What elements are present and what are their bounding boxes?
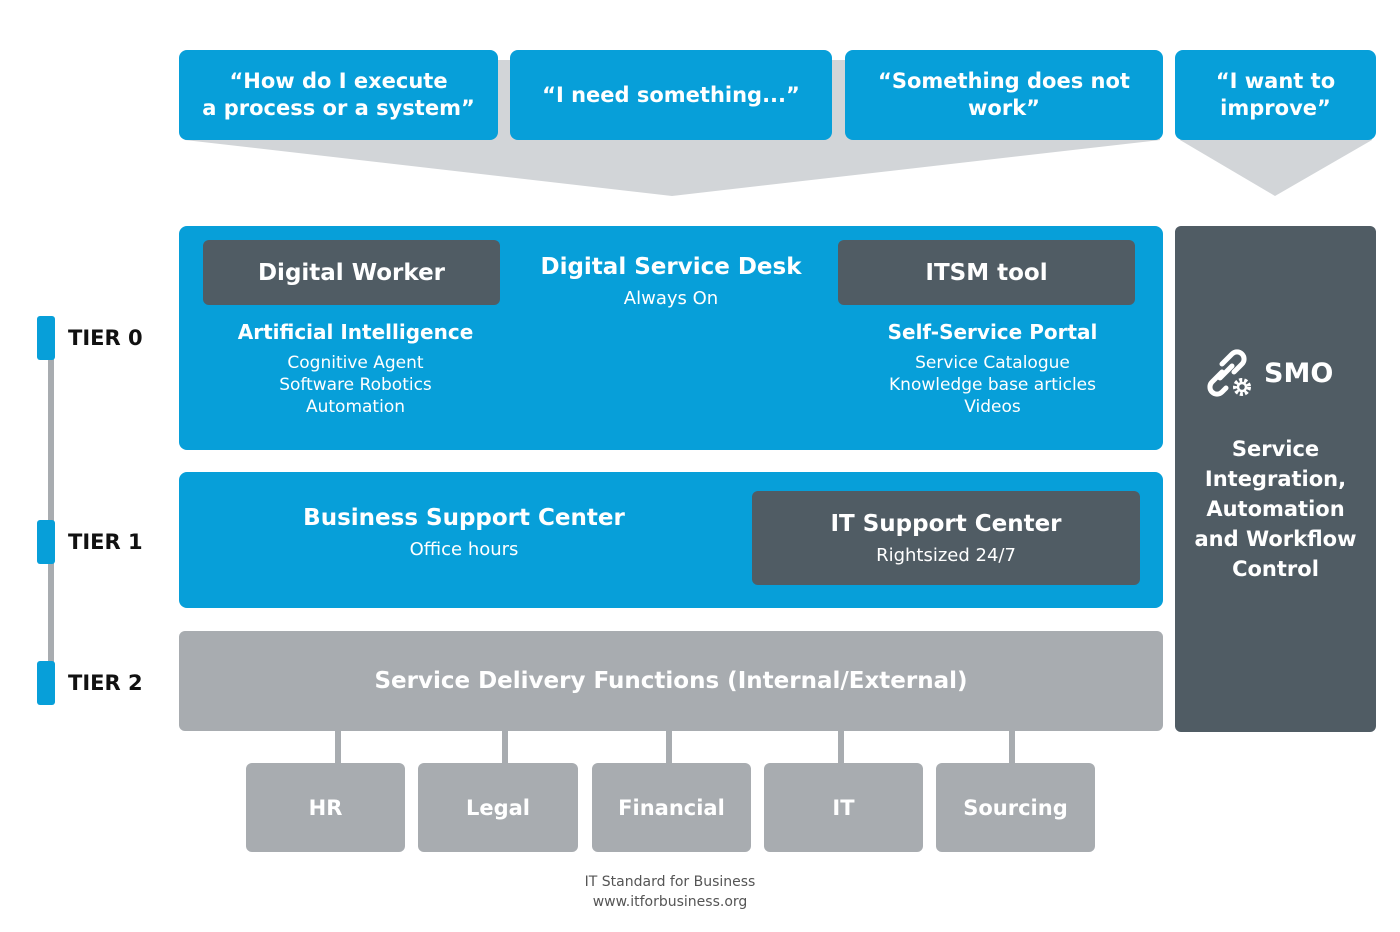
ai-item: Software Robotics	[279, 375, 432, 395]
smo-header: SMO	[1200, 345, 1370, 401]
connector	[666, 731, 672, 765]
digital-service-desk: Digital Service Desk Always On	[520, 254, 822, 309]
tier2-marker	[37, 661, 55, 705]
smo-title: SMO	[1264, 357, 1334, 389]
ai-title: Artificial Intelligence	[237, 320, 474, 344]
tier0-label: TIER 0	[68, 326, 143, 350]
connector	[335, 731, 341, 765]
footer-url[interactable]: www.itforbusiness.org	[593, 892, 748, 912]
function-hr: HR	[246, 763, 405, 852]
question-improve: “I want to improve”	[1175, 50, 1376, 140]
tier1-label: TIER 1	[68, 530, 143, 554]
question-not-work: “Something does not work”	[845, 50, 1163, 140]
footer: IT Standard for Business www.itforbusine…	[520, 872, 820, 912]
ai-item: Cognitive Agent	[287, 353, 424, 373]
portal-title: Self-Service Portal	[887, 320, 1098, 344]
ai-section: Artificial Intelligence Cognitive Agent …	[203, 320, 508, 418]
connector	[1009, 731, 1015, 765]
it-support-center: IT Support Center Rightsized 24/7	[752, 491, 1140, 585]
business-support-center: Business Support Center Office hours	[200, 505, 728, 560]
portal-item: Service Catalogue	[915, 353, 1070, 373]
digital-worker-box: Digital Worker	[203, 240, 500, 305]
smo-description: Service Integration, Automation and Work…	[1194, 437, 1357, 581]
service-delivery-functions: Service Delivery Functions (Internal/Ext…	[179, 631, 1163, 731]
itsc-sub: Rightsized 24/7	[876, 544, 1016, 566]
bsc-sub: Office hours	[409, 539, 519, 560]
tier0-marker	[37, 316, 55, 360]
connector	[838, 731, 844, 765]
connector	[502, 731, 508, 765]
footer-org: IT Standard for Business	[584, 874, 756, 890]
question-execute: “How do I execute a process or a system”	[179, 50, 498, 140]
itsc-title: IT Support Center	[830, 510, 1062, 537]
portal-item: Videos	[964, 397, 1021, 417]
question-need: “I need something...”	[510, 50, 832, 140]
portal-section: Self-Service Portal Service Catalogue Kn…	[840, 320, 1145, 418]
itsm-tool-box: ITSM tool	[838, 240, 1135, 305]
function-it: IT	[764, 763, 923, 852]
link-gear-icon	[1207, 349, 1251, 397]
ai-item: Automation	[305, 397, 405, 417]
tier1-marker	[37, 520, 55, 564]
desk-title: Digital Service Desk	[540, 254, 802, 280]
tier2-label: TIER 2	[68, 671, 143, 695]
tier-scale-line	[48, 355, 54, 665]
function-legal: Legal	[418, 763, 578, 852]
portal-item: Knowledge base articles	[889, 375, 1096, 395]
bsc-title: Business Support Center	[303, 505, 625, 531]
function-sourcing: Sourcing	[936, 763, 1095, 852]
desk-sub: Always On	[623, 288, 719, 309]
function-financial: Financial	[592, 763, 751, 852]
